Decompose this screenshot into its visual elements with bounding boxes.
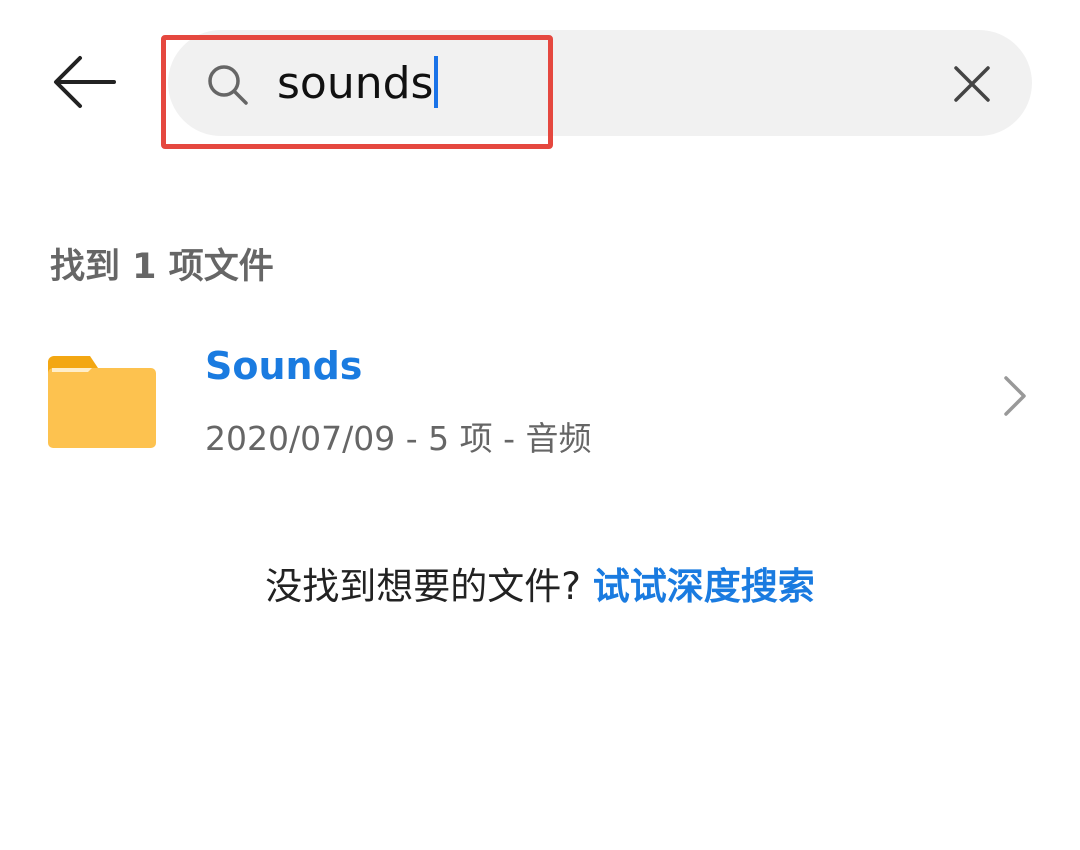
- hint-text: 没找到想要的文件?: [265, 565, 581, 608]
- arrow-left-icon: [54, 56, 116, 108]
- search-input[interactable]: sounds: [277, 56, 439, 112]
- result-count: 找到 1 项文件: [50, 247, 274, 287]
- list-item[interactable]: Sounds 2020/07/09 - 5 项 - 音频: [0, 320, 1080, 470]
- clear-search-button[interactable]: [950, 62, 994, 106]
- search-query: sounds: [277, 58, 434, 109]
- deep-search-link[interactable]: 试试深度搜索: [593, 565, 815, 608]
- text-caret: [434, 56, 439, 108]
- chevron-right-icon: [1004, 376, 1026, 416]
- folder-icon: [48, 356, 156, 448]
- close-icon: [954, 66, 990, 102]
- item-meta: 2020/07/09 - 5 项 - 音频: [205, 419, 592, 458]
- deep-search-hint: 没找到想要的文件? 试试深度搜索: [0, 556, 1080, 610]
- back-button[interactable]: [50, 50, 120, 114]
- item-name: Sounds: [205, 344, 363, 388]
- search-icon: [208, 65, 248, 105]
